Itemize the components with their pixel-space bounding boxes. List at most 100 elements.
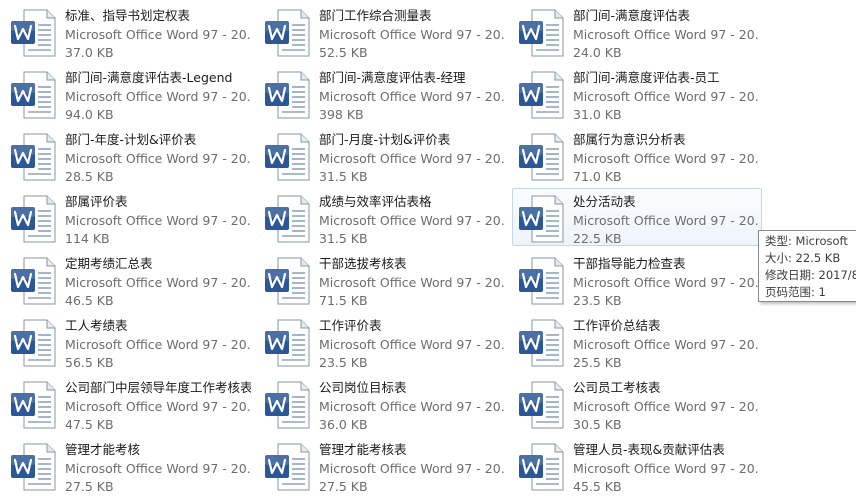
file-item[interactable]: 定期考绩汇总表 Microsoft Office Word 97 - 20... 4… — [4, 250, 254, 308]
file-size: 47.5 KB — [65, 417, 114, 432]
file-type: Microsoft Office Word 97 - 20... — [319, 88, 505, 104]
file-name: 干部选拔考核表 — [319, 256, 407, 271]
word-document-icon — [518, 133, 564, 181]
file-type: Microsoft Office Word 97 - 20... — [319, 398, 505, 414]
file-type: Microsoft Office Word 97 - 20... — [65, 150, 251, 166]
file-item[interactable]: 工人考绩表 Microsoft Office Word 97 - 20... 56.… — [4, 312, 254, 370]
word-document-icon — [518, 9, 564, 57]
file-type: Microsoft Office Word 97 - 20... — [65, 336, 251, 352]
file-size: 45.5 KB — [573, 479, 622, 494]
file-type: Microsoft Office Word 97 - 20... — [573, 150, 759, 166]
file-type: Microsoft Office Word 97 - 20... — [573, 26, 759, 42]
word-document-icon — [10, 71, 56, 119]
word-document-icon — [518, 381, 564, 429]
file-type: Microsoft Office Word 97 - 20... — [319, 26, 505, 42]
file-type: Microsoft Office Word 97 - 20... — [65, 460, 251, 476]
file-size: 27.5 KB — [319, 479, 368, 494]
word-document-icon — [264, 195, 310, 243]
file-item[interactable]: 部门工作综合测量表 Microsoft Office Word 97 - 20..… — [258, 2, 508, 60]
file-name: 标准、指导书划定权表 — [65, 8, 191, 23]
file-type: Microsoft Office Word 97 - 20... — [319, 336, 505, 352]
file-item[interactable]: 标准、指导书划定权表 Microsoft Office Word 97 - 20.… — [4, 2, 254, 60]
file-type: Microsoft Office Word 97 - 20... — [319, 274, 505, 290]
file-type: Microsoft Office Word 97 - 20... — [65, 274, 251, 290]
word-document-icon — [10, 381, 56, 429]
word-document-icon — [10, 443, 56, 491]
file-type: Microsoft Office Word 97 - 20... — [573, 398, 759, 414]
file-name: 工作评价表 — [319, 318, 382, 333]
file-item[interactable]: 处分活动表 Microsoft Office Word 97 - 20... 22.… — [512, 188, 762, 246]
file-name: 部门-年度-计划&评价表 — [65, 132, 197, 147]
file-item[interactable]: 部属行为意识分析表 Microsoft Office Word 97 - 20..… — [512, 126, 762, 184]
file-item[interactable]: 部门间-满意度评估表-经理 Microsoft Office Word 97 - … — [258, 64, 508, 122]
file-type: Microsoft Office Word 97 - 20... — [65, 398, 251, 414]
file-item[interactable]: 干部选拔考核表 Microsoft Office Word 97 - 20... 7… — [258, 250, 508, 308]
file-size: 71.5 KB — [319, 293, 368, 308]
file-type: Microsoft Office Word 97 - 20... — [65, 88, 251, 104]
file-size: 23.5 KB — [319, 355, 368, 370]
file-name: 成绩与效率评估表格 — [319, 194, 432, 209]
file-name: 公司员工考核表 — [573, 380, 661, 395]
file-name: 部门间-满意度评估表-Legend — [65, 70, 233, 85]
file-name: 管理才能考核表 — [319, 442, 407, 457]
word-document-icon — [10, 9, 56, 57]
file-size: 24.0 KB — [573, 45, 622, 60]
file-item[interactable]: 管理才能考核表 Microsoft Office Word 97 - 20... 2… — [258, 436, 508, 494]
file-size: 31.5 KB — [319, 169, 368, 184]
file-item[interactable]: 部门间-满意度评估表-Legend Microsoft Office Word 9… — [4, 64, 254, 122]
tooltip-size: 大小: 22.5 KB — [765, 251, 841, 265]
word-document-icon — [264, 381, 310, 429]
file-tooltip: 类型: Microsoft 大小: 22.5 KB 修改日期: 2017/8 页… — [758, 230, 856, 302]
file-item[interactable]: 管理人员-表现&贡献评估表 Microsoft Office Word 97 - … — [512, 436, 762, 494]
file-type: Microsoft Office Word 97 - 20... — [319, 212, 505, 228]
file-item[interactable]: 公司部门中层领导年度工作考核表 Microsoft Office Word 97 … — [4, 374, 254, 432]
file-item[interactable]: 部门-月度-计划&评价表 Microsoft Office Word 97 - 2… — [258, 126, 508, 184]
word-document-icon — [10, 257, 56, 305]
file-item[interactable]: 干部指导能力检查表 Microsoft Office Word 97 - 20..… — [512, 250, 762, 308]
file-size: 36.0 KB — [319, 417, 368, 432]
file-size: 398 KB — [319, 107, 364, 122]
file-name: 干部指导能力检查表 — [573, 256, 686, 271]
file-size: 56.5 KB — [65, 355, 114, 370]
word-document-icon — [264, 319, 310, 367]
file-grid: 标准、指导书划定权表 Microsoft Office Word 97 - 20.… — [0, 0, 856, 501]
file-name: 部门间-满意度评估表-经理 — [319, 70, 466, 85]
file-size: 37.0 KB — [65, 45, 114, 60]
file-item[interactable]: 管理才能考核 Microsoft Office Word 97 - 20... 27… — [4, 436, 254, 494]
file-name: 部属行为意识分析表 — [573, 132, 686, 147]
file-size: 31.5 KB — [319, 231, 368, 246]
file-type: Microsoft Office Word 97 - 20... — [573, 336, 759, 352]
file-name: 公司部门中层领导年度工作考核表 — [65, 380, 251, 395]
file-item[interactable]: 工作评价表 Microsoft Office Word 97 - 20... 23.… — [258, 312, 508, 370]
file-size: 30.5 KB — [573, 417, 622, 432]
word-document-icon — [10, 319, 56, 367]
word-document-icon — [518, 195, 564, 243]
tooltip-type: 类型: Microsoft — [765, 234, 848, 248]
file-item[interactable]: 成绩与效率评估表格 Microsoft Office Word 97 - 20..… — [258, 188, 508, 246]
word-document-icon — [264, 9, 310, 57]
file-name: 部门间-满意度评估表 — [573, 8, 691, 23]
file-name: 部门间-满意度评估表-员工 — [573, 70, 720, 85]
file-item[interactable]: 部属评价表 Microsoft Office Word 97 - 20... 114… — [4, 188, 254, 246]
word-document-icon — [518, 443, 564, 491]
file-item[interactable]: 部门间-满意度评估表-员工 Microsoft Office Word 97 - … — [512, 64, 762, 122]
file-name: 处分活动表 — [573, 194, 636, 209]
word-document-icon — [518, 71, 564, 119]
file-item[interactable]: 部门-年度-计划&评价表 Microsoft Office Word 97 - 2… — [4, 126, 254, 184]
file-size: 114 KB — [65, 231, 110, 246]
file-item[interactable]: 工作评价总结表 Microsoft Office Word 97 - 20... 2… — [512, 312, 762, 370]
file-name: 管理才能考核 — [65, 442, 141, 457]
file-type: Microsoft Office Word 97 - 20... — [573, 274, 759, 290]
file-item[interactable]: 公司岗位目标表 Microsoft Office Word 97 - 20... 3… — [258, 374, 508, 432]
word-document-icon — [518, 319, 564, 367]
file-item[interactable]: 公司员工考核表 Microsoft Office Word 97 - 20... 3… — [512, 374, 762, 432]
file-name: 部门工作综合测量表 — [319, 8, 432, 23]
file-size: 28.5 KB — [65, 169, 114, 184]
file-size: 52.5 KB — [319, 45, 368, 60]
file-item[interactable]: 部门间-满意度评估表 Microsoft Office Word 97 - 20.… — [512, 2, 762, 60]
word-document-icon — [264, 257, 310, 305]
file-type: Microsoft Office Word 97 - 20... — [319, 150, 505, 166]
file-size: 71.0 KB — [573, 169, 622, 184]
file-name: 工人考绩表 — [65, 318, 128, 333]
tooltip-date: 修改日期: 2017/8 — [765, 268, 856, 282]
